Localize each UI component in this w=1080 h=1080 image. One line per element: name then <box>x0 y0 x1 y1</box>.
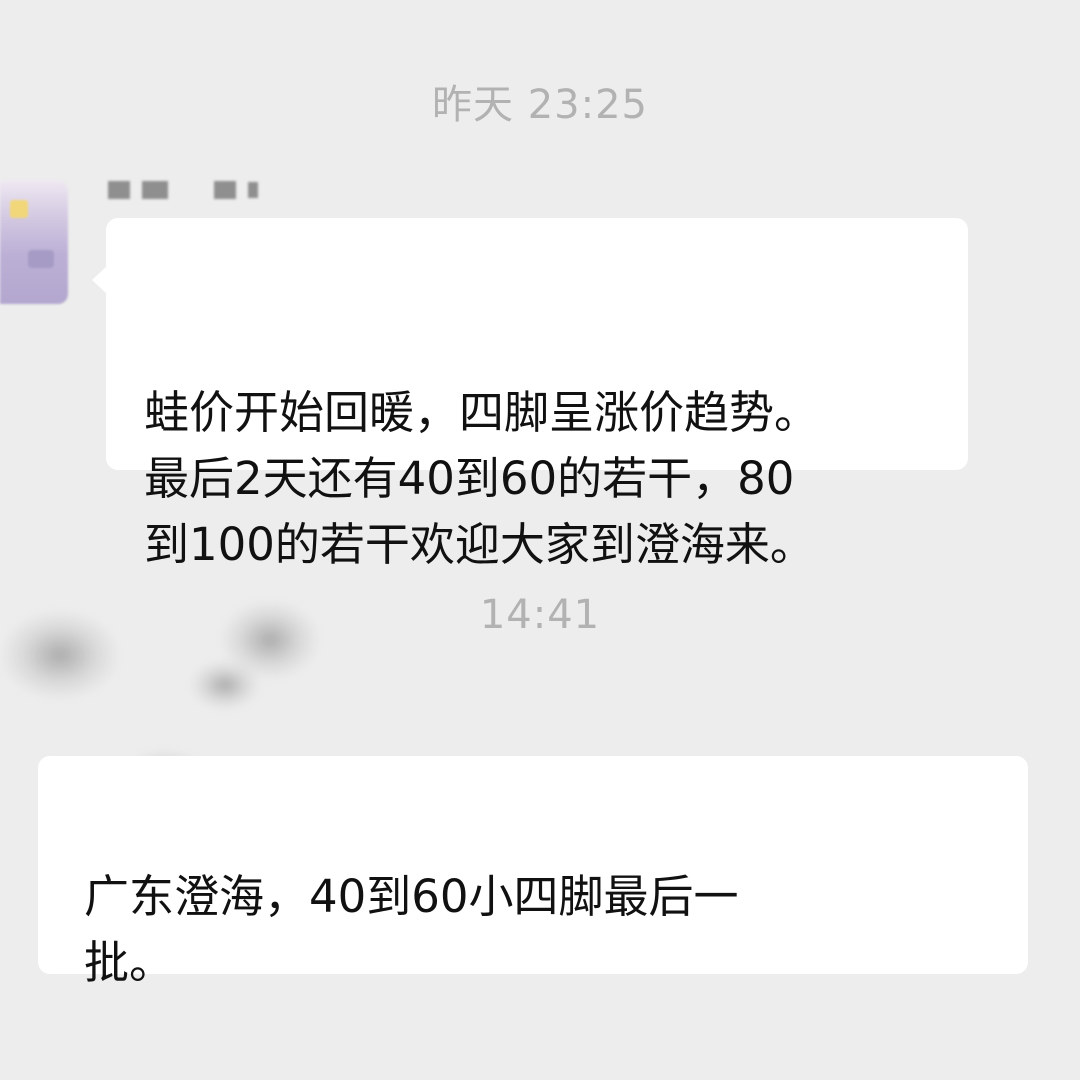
timestamp-3-partial <box>480 1064 610 1080</box>
message-bubble-1[interactable]: 蛙价开始回暖，四脚呈涨价趋势。 最后2天还有40到60的若干，80 到100的若… <box>92 218 968 571</box>
timestamp-2: 14:41 <box>479 592 601 638</box>
blurred-name-block <box>142 181 168 199</box>
sender-avatar-1[interactable] <box>0 180 68 304</box>
blurred-name-block <box>108 181 130 199</box>
blurred-name-block <box>214 181 236 199</box>
blurred-name-block <box>248 182 258 198</box>
message-text-1: 蛙价开始回暖，四脚呈涨价趋势。 最后2天还有40到60的若干，80 到100的若… <box>144 386 820 571</box>
bubble-tail <box>92 266 107 294</box>
message-text-2: 广东澄海，40到60小四脚最后一 批。 <box>84 870 739 989</box>
blur-smudge <box>190 660 260 710</box>
timestamp-1: 昨天 23:25 <box>432 82 648 128</box>
message-bubble-2[interactable]: 广东澄海，40到60小四脚最后一 批。 <box>38 756 1028 989</box>
sender-name-1 <box>108 178 258 202</box>
